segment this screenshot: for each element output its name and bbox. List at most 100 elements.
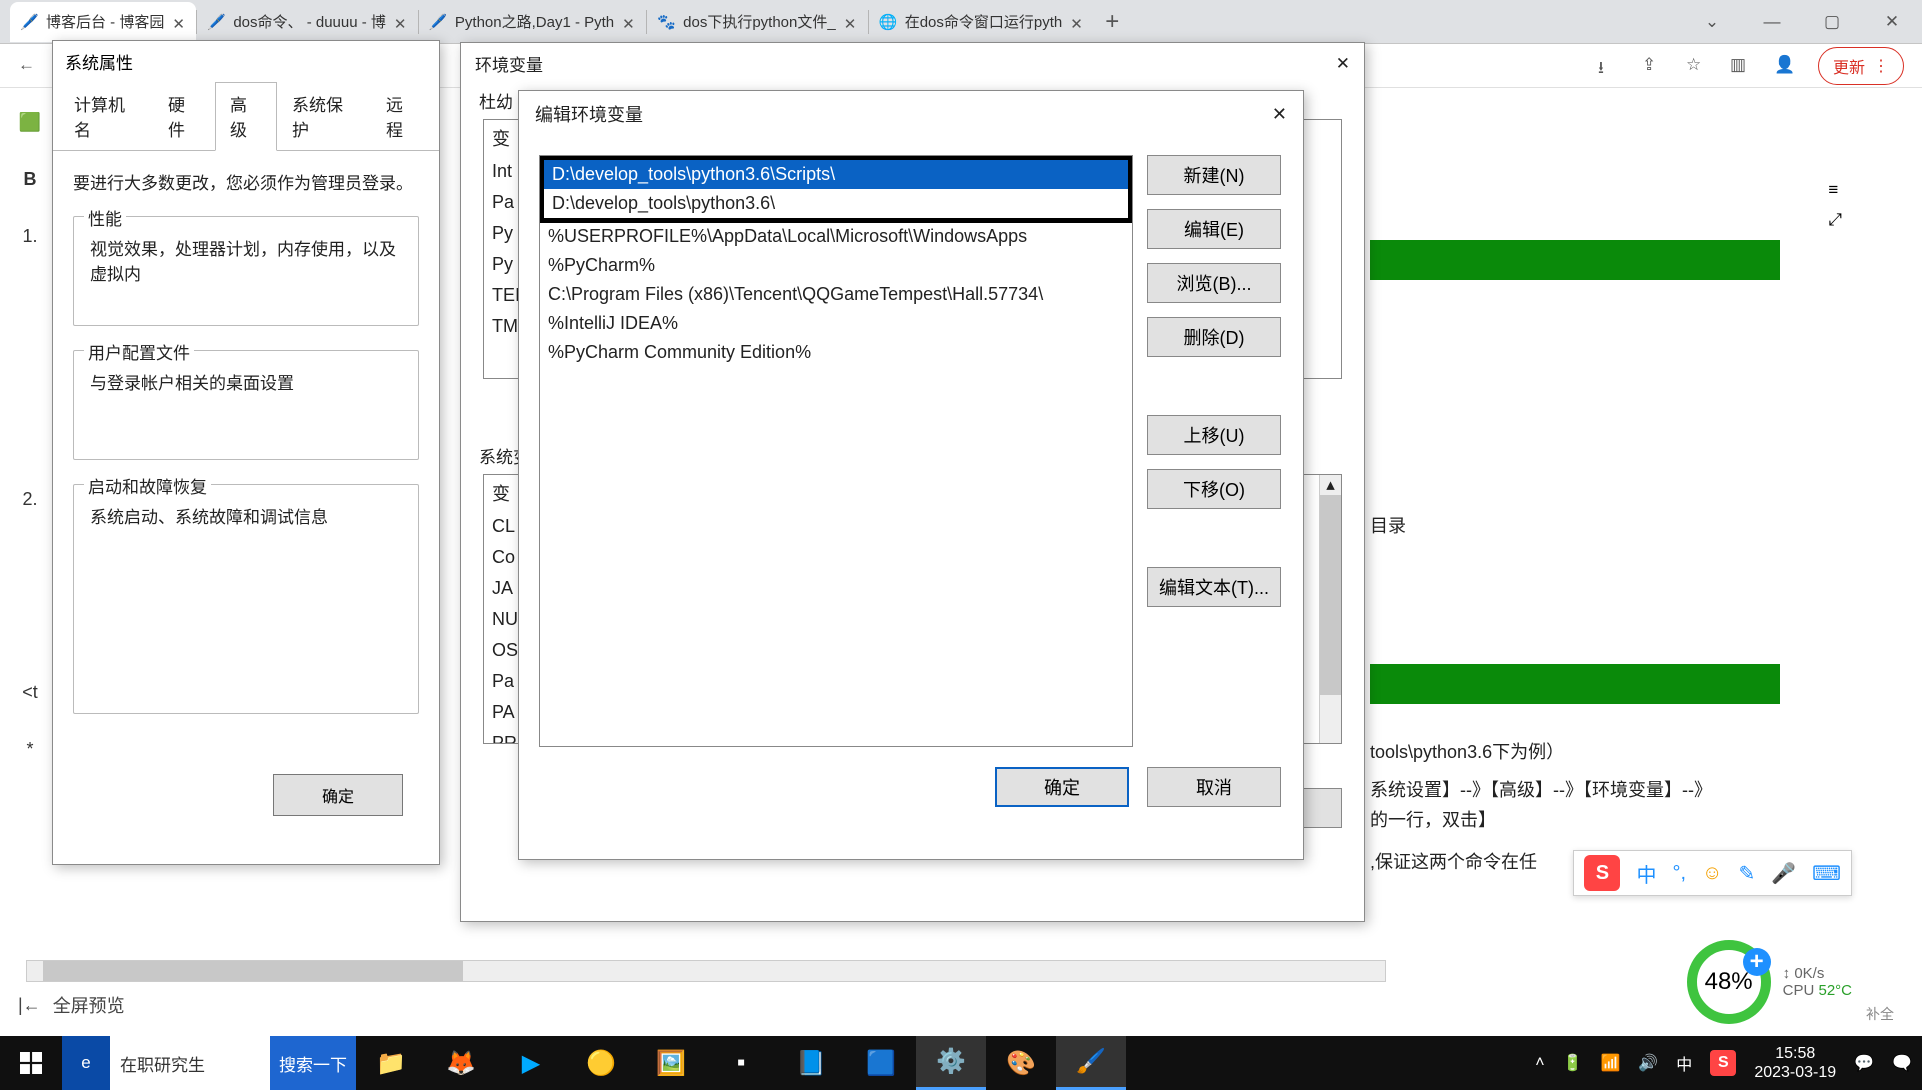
ime-emoji-icon[interactable]: ☺ (1702, 862, 1722, 885)
exit-icon[interactable]: |← (18, 995, 41, 1016)
list-item[interactable]: C:\Program Files (x86)\Tencent\QQGameTem… (540, 280, 1132, 309)
close-icon[interactable]: ✕ (844, 15, 858, 29)
maximize-icon[interactable]: ▢ (1802, 0, 1862, 44)
title-text: 编辑环境变量 (535, 101, 643, 127)
back-icon[interactable]: ← (18, 55, 40, 77)
app-icon[interactable]: 🟦 (846, 1036, 916, 1090)
ime-punct-icon[interactable]: °, (1672, 862, 1686, 885)
date: 2023-03-19 (1754, 1063, 1836, 1082)
list-icon[interactable]: ≡ (1828, 180, 1842, 200)
ok-button[interactable]: 确定 (273, 774, 403, 816)
close-icon[interactable]: ✕ (1336, 54, 1350, 74)
close-icon[interactable]: ✕ (1862, 0, 1922, 44)
ime-mic-icon[interactable]: 🎤 (1771, 861, 1796, 886)
browser-tab[interactable]: 🖊️ 博客后台 - 博客园 ✕ (10, 2, 196, 42)
settings-app-icon[interactable]: ⚙️ (916, 1036, 986, 1090)
search-button[interactable]: 搜索一下 (270, 1036, 356, 1090)
ime-bar[interactable]: S 中 °, ☺ ✎ 🎤 ⌨ (1573, 850, 1852, 896)
browser-tab[interactable]: 🖊️ Python之路,Day1 - Pyth ✕ (419, 2, 646, 42)
move-up-button[interactable]: 上移(U) (1147, 415, 1281, 455)
sogou-icon[interactable]: S (1584, 855, 1620, 891)
scroll-up-icon[interactable]: ▴ (1320, 475, 1341, 495)
scroll-thumb[interactable] (43, 961, 463, 981)
ime-lang[interactable]: 中 (1636, 859, 1656, 888)
close-icon[interactable]: ✕ (622, 15, 636, 29)
paint-icon[interactable]: 🖌️ (1056, 1036, 1126, 1090)
ie-icon[interactable]: e (62, 1036, 110, 1090)
tab-hardware[interactable]: 硬件 (153, 82, 215, 150)
system-monitor-widget[interactable]: 48% + ↕ 0K/s CPU 52°C (1687, 940, 1852, 1024)
scrollbar[interactable]: ▴ (1319, 475, 1341, 743)
tab-computer-name[interactable]: 计算机名 (59, 82, 153, 150)
tray-chevron-icon[interactable]: ˄ (1535, 1054, 1544, 1072)
close-icon[interactable]: ✕ (394, 15, 408, 29)
scroll-thumb[interactable] (1320, 495, 1341, 695)
browser-tab[interactable]: 🖊️ dos命令、 - duuuu - 博 ✕ (197, 2, 418, 42)
collapse-icon[interactable]: ⤢ (1828, 210, 1842, 230)
memory-ring[interactable]: 48% + (1687, 940, 1771, 1024)
delete-button[interactable]: 删除(D) (1147, 317, 1281, 357)
volume-icon[interactable]: 🔊 (1638, 1053, 1658, 1073)
clock[interactable]: 15:58 2023-03-19 (1754, 1044, 1836, 1082)
list-item[interactable]: %USERPROFILE%\AppData\Local\Microsoft\Wi… (540, 222, 1132, 251)
close-icon[interactable]: ✕ (1070, 15, 1084, 29)
editor-horizontal-scrollbar[interactable] (26, 960, 1386, 982)
close-icon[interactable]: ✕ (1272, 104, 1287, 125)
browser-tab[interactable]: 🐾 dos下执行python文件_ ✕ (647, 2, 868, 42)
path-list[interactable]: D:\develop_tools\python3.6\Scripts\ D:\d… (539, 155, 1133, 747)
list-item[interactable]: D:\develop_tools\python3.6\ (544, 189, 1128, 218)
browser-tab-bar: 🖊️ 博客后台 - 博客园 ✕ 🖊️ dos命令、 - duuuu - 博 ✕ … (0, 0, 1922, 44)
battery-icon[interactable]: 🔋 (1563, 1053, 1583, 1073)
ime-pen-icon[interactable]: ✎ (1738, 861, 1755, 886)
cancel-button[interactable]: 取消 (1147, 767, 1281, 807)
image-app-icon[interactable]: 🖼️ (636, 1036, 706, 1090)
minimize-icon[interactable]: — (1742, 0, 1802, 44)
star-icon[interactable]: ☆ (1686, 55, 1708, 77)
start-button[interactable] (0, 1036, 62, 1090)
list-item[interactable]: %PyCharm% (540, 251, 1132, 280)
tab-advanced[interactable]: 高级 (215, 82, 277, 151)
startup-group: 启动和故障恢复 系统启动、系统故障和调试信息 (73, 484, 419, 714)
terminal-icon[interactable]: ▪ (706, 1036, 776, 1090)
ime-lang-tray[interactable]: 中 (1676, 1051, 1692, 1075)
preview-footer[interactable]: |← 全屏预览 (18, 992, 125, 1018)
rail-star: * (16, 739, 44, 760)
list-item[interactable]: D:\develop_tools\python3.6\Scripts\ (544, 160, 1128, 189)
favicon-icon: 🖊️ (429, 13, 447, 31)
share-icon[interactable]: ⇪ (1642, 55, 1664, 77)
download-icon[interactable]: ⭳ (1598, 55, 1620, 77)
list-item[interactable]: %PyCharm Community Edition% (540, 338, 1132, 367)
app-icon[interactable]: 🦊 (426, 1036, 496, 1090)
browser-tab[interactable]: 🌐 在dos命令窗口运行pyth ✕ (869, 2, 1095, 42)
ok-button[interactable]: 确定 (995, 767, 1129, 807)
sogou-tray-icon[interactable]: S (1710, 1050, 1736, 1076)
tab-remote[interactable]: 远程 (371, 82, 433, 150)
rail-bold[interactable]: B (16, 169, 44, 190)
profile-icon[interactable]: 👤 (1774, 55, 1796, 77)
new-button[interactable]: 新建(N) (1147, 155, 1281, 195)
list-item[interactable]: %IntelliJ IDEA% (540, 309, 1132, 338)
app-icon[interactable]: 🎨 (986, 1036, 1056, 1090)
explorer-icon[interactable]: 📁 (356, 1036, 426, 1090)
sidebar-icon[interactable]: ▥ (1730, 55, 1752, 77)
chevron-down-icon[interactable]: ⌄ (1682, 0, 1742, 44)
notes-icon[interactable]: 📘 (776, 1036, 846, 1090)
notification-icon[interactable]: 🗨️ (1892, 1053, 1912, 1073)
annotation-box: D:\develop_tools\python3.6\Scripts\ D:\d… (539, 155, 1133, 223)
tab-protection[interactable]: 系统保护 (277, 82, 371, 150)
plus-icon[interactable]: + (1743, 948, 1771, 976)
ime-keyboard-icon[interactable]: ⌨ (1812, 861, 1841, 886)
wifi-icon[interactable]: 📶 (1600, 1053, 1620, 1073)
action-center-icon[interactable]: 💬 (1854, 1053, 1874, 1073)
search-input[interactable] (110, 1036, 270, 1090)
browse-button[interactable]: 浏览(B)... (1147, 263, 1281, 303)
close-icon[interactable]: ✕ (172, 15, 186, 29)
chrome-icon[interactable]: 🟡 (566, 1036, 636, 1090)
move-down-button[interactable]: 下移(O) (1147, 469, 1281, 509)
update-button[interactable]: 更新 ⋮ (1818, 47, 1904, 85)
new-tab-button[interactable]: + (1094, 8, 1130, 36)
media-icon[interactable]: ▶ (496, 1036, 566, 1090)
rail-icon[interactable]: 🟩 (16, 112, 44, 133)
edit-text-button[interactable]: 编辑文本(T)... (1147, 567, 1281, 607)
edit-button[interactable]: 编辑(E) (1147, 209, 1281, 249)
